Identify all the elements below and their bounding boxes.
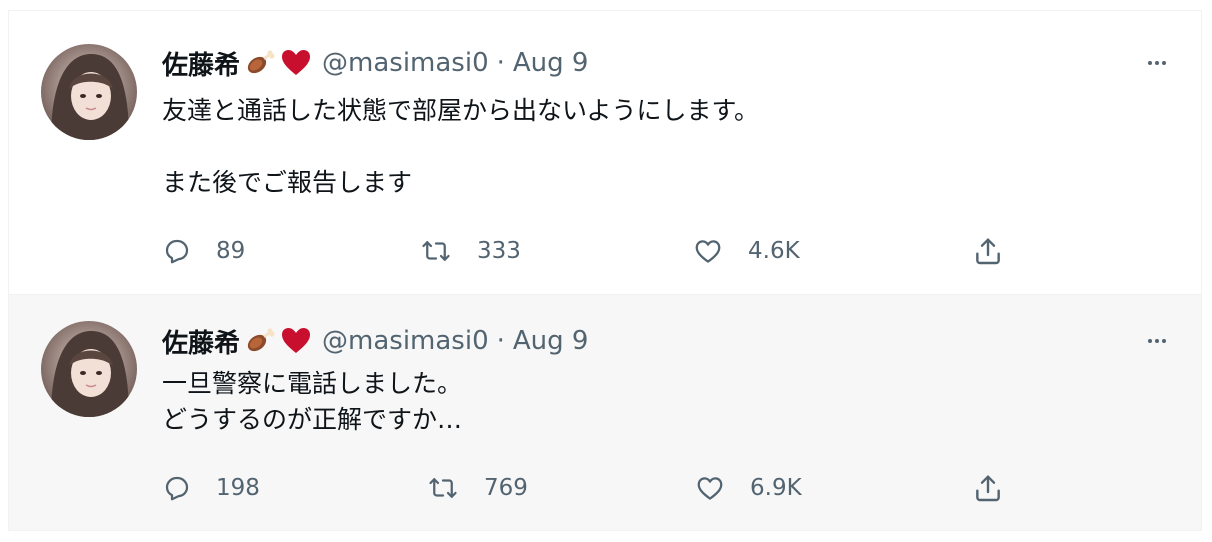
meat-on-bone-emoji	[244, 325, 276, 357]
more-options-button[interactable]	[1137, 43, 1177, 83]
red-heart-emoji	[280, 325, 312, 357]
avatar[interactable]	[41, 321, 137, 417]
tweet-date[interactable]: Aug 9	[513, 326, 589, 356]
like-button[interactable]: 4.6K	[692, 231, 800, 271]
tweet-actions: 198 769 6.9K	[162, 468, 1022, 508]
timeline: 佐藤希 @masimasi0 · Aug 9 友達と通話した状態で部屋から出ない…	[0, 0, 1212, 542]
tweet[interactable]: 佐藤希 @masimasi0 · Aug 9	[8, 10, 1202, 295]
user-handle[interactable]: @masimasi0	[322, 48, 489, 78]
reply-button[interactable]: 89	[162, 231, 245, 271]
like-button[interactable]: 6.9K	[694, 468, 802, 508]
like-count: 6.9K	[750, 475, 802, 501]
retweet-button[interactable]: 333	[419, 231, 521, 271]
share-icon	[972, 472, 1004, 504]
heart-icon	[694, 473, 726, 503]
more-options-button[interactable]	[1137, 321, 1177, 361]
tweet-date[interactable]: Aug 9	[513, 48, 589, 78]
tweet[interactable]: 佐藤希 @masimasi0 · Aug 9	[8, 295, 1202, 531]
share-button[interactable]	[972, 231, 1004, 271]
more-horizontal-icon	[1145, 51, 1169, 75]
display-name[interactable]: 佐藤希	[162, 323, 240, 360]
retweet-count: 769	[484, 475, 528, 501]
reply-count: 198	[216, 475, 260, 501]
reply-icon	[162, 236, 192, 266]
tweet-header: 佐藤希 @masimasi0 · Aug 9	[162, 321, 588, 361]
reply-button[interactable]: 198	[162, 468, 260, 508]
tweet-actions: 89 333 4.6K	[162, 231, 1022, 271]
reply-icon	[162, 473, 192, 503]
display-name[interactable]: 佐藤希	[162, 45, 240, 82]
separator-dot: ·	[496, 48, 505, 78]
reply-count: 89	[216, 238, 246, 264]
retweet-icon	[426, 473, 460, 503]
retweet-button[interactable]: 769	[426, 468, 528, 508]
like-count: 4.6K	[748, 238, 800, 264]
retweet-count: 333	[477, 238, 521, 264]
tweet-text: 友達と通話した状態で部屋から出ないようにします。 また後でご報告します	[162, 96, 760, 197]
meat-on-bone-emoji	[244, 47, 276, 79]
retweet-icon	[419, 236, 453, 266]
share-button[interactable]	[972, 468, 1004, 508]
tweet-header: 佐藤希 @masimasi0 · Aug 9	[162, 43, 588, 83]
share-icon	[972, 235, 1004, 267]
separator-dot: ·	[496, 326, 505, 356]
user-handle[interactable]: @masimasi0	[322, 326, 489, 356]
avatar[interactable]	[41, 44, 137, 140]
heart-icon	[692, 236, 724, 266]
tweet-text: 一旦警察に電話しました。 どうするのが正解ですか…	[162, 369, 463, 434]
more-horizontal-icon	[1145, 329, 1169, 353]
red-heart-emoji	[280, 47, 312, 79]
